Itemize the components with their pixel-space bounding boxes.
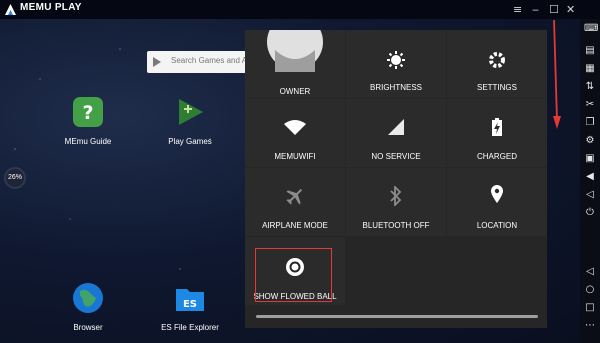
calendar-icon[interactable]: ▦ (584, 63, 596, 75)
tile-bluetooth[interactable]: BLUETOOTH OFF (346, 168, 446, 236)
svg-text:?: ? (82, 102, 93, 124)
app-browser[interactable]: Browser (48, 281, 128, 332)
avatar-icon (267, 30, 323, 72)
tile-airplane[interactable]: AIRPLANE MODE (245, 168, 345, 236)
tile-owner[interactable]: OWNER (245, 30, 345, 98)
app-label: Browser (73, 323, 103, 332)
brightness-icon (387, 51, 405, 69)
brightness-slider[interactable] (256, 315, 538, 318)
keyboard-icon[interactable]: ⌨ (584, 23, 598, 35)
avatar (265, 30, 325, 72)
volume-down-icon[interactable]: ◁ (584, 189, 596, 201)
right-toolbar: ⌨ ▤ ▦ ⇅ ✂ ❐ ⚙ ▣ ◀ ◁ ⏻ ◁ ○ □ ⋯ (580, 19, 600, 343)
highlight-box (255, 248, 332, 302)
bluetooth-icon (390, 186, 402, 206)
gear-icon[interactable]: ⚙ (584, 135, 596, 147)
menu-icon[interactable]: ≡ (513, 3, 522, 16)
play-games-icon (179, 99, 203, 125)
power-icon[interactable]: ⏻ (584, 207, 596, 219)
google-play-icon (153, 57, 161, 67)
wifi-icon (284, 120, 306, 135)
close-button[interactable]: ✕ (566, 3, 575, 16)
rotate-icon[interactable]: ⇅ (584, 81, 596, 93)
signal-icon (388, 119, 404, 135)
tile-service[interactable]: NO SERVICE (346, 99, 446, 167)
battery-charging-icon (492, 118, 502, 136)
back-icon[interactable]: ◁ (584, 266, 596, 278)
tile-label: OWNER (279, 87, 311, 96)
recent-apps-icon[interactable]: □ (584, 302, 596, 314)
home-icon[interactable]: ○ (584, 284, 596, 296)
memu-logo-icon (5, 4, 16, 15)
svg-text:ES: ES (183, 299, 197, 310)
memu-guide-icon: ? (73, 97, 103, 127)
minimize-button[interactable]: ‒ (532, 3, 539, 16)
volume-up-icon[interactable]: ◀ (584, 171, 596, 183)
tile-label: LOCATION (476, 221, 518, 230)
app-label: ES File Explorer (161, 323, 219, 332)
app-memu-guide[interactable]: ? MEmu Guide (48, 95, 128, 146)
app-play-games[interactable]: Play Games (150, 95, 230, 146)
tile-label: CHARGED (476, 152, 517, 161)
more-icon[interactable]: ⋯ (584, 320, 596, 332)
airplane-icon (286, 188, 303, 205)
tile-label: MEMUWIFI (274, 152, 316, 161)
search-bar[interactable]: Search Games and Ap (147, 51, 252, 73)
title-bar: MEMU PLAY ≡ ‒ ☐ ✕ (0, 0, 600, 19)
gear-icon (489, 52, 505, 68)
tile-label: AIRPLANE MODE (262, 221, 328, 230)
gauge-value: 26% (7, 174, 22, 181)
tile-settings[interactable]: SETTINGS (447, 30, 547, 98)
app-label: Play Games (168, 137, 212, 146)
tile-brightness[interactable]: BRIGHTNESS (346, 30, 446, 98)
es-file-explorer-icon: ES (176, 289, 204, 311)
app-es-file-explorer[interactable]: ES ES File Explorer (150, 281, 230, 332)
browser-globe-icon (73, 283, 103, 313)
app-label: MEmu Guide (64, 137, 112, 146)
search-placeholder: Search Games and Ap (171, 56, 252, 65)
gamepad-icon[interactable]: ▤ (584, 45, 596, 57)
tile-label: NO SERVICE (371, 152, 421, 161)
tile-label: BRIGHTNESS (369, 83, 422, 92)
app-title: MEMU PLAY (20, 2, 82, 13)
scissors-icon[interactable]: ✂ (584, 99, 596, 111)
location-pin-icon (491, 185, 503, 203)
tile-label: SETTINGS (476, 83, 517, 92)
screenshot-icon[interactable]: ▣ (584, 153, 596, 165)
tile-battery[interactable]: CHARGED (447, 99, 547, 167)
maximize-button[interactable]: ☐ (549, 3, 559, 16)
performance-gauge[interactable]: 26% (4, 167, 26, 189)
red-arrow-annotation (553, 20, 561, 129)
tile-wifi[interactable]: MEMUWIFI (245, 99, 345, 167)
tile-location[interactable]: LOCATION (447, 168, 547, 236)
window-icon[interactable]: ❐ (584, 117, 596, 129)
tile-label: BLUETOOTH OFF (362, 221, 430, 230)
